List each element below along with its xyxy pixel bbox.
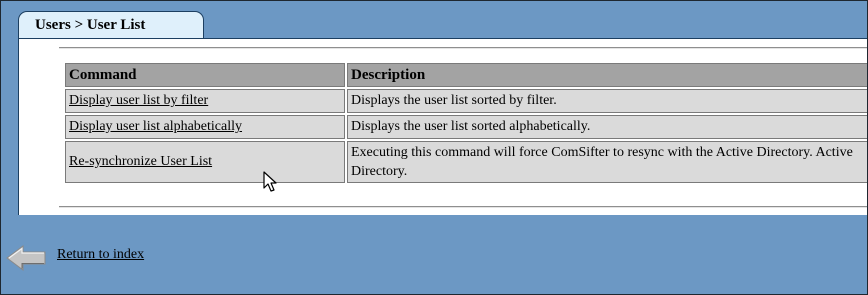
description-cell: Displays the user list sorted by filter. [347, 89, 867, 113]
mouse-pointer-icon [263, 171, 277, 192]
command-table: Command Description Display user list by… [63, 61, 867, 185]
column-header-description: Description [347, 63, 867, 87]
top-divider [59, 47, 867, 49]
table-row: Display user list by filter Displays the… [65, 89, 867, 113]
command-cell: Display user list by filter [65, 89, 345, 113]
breadcrumb-tab: Users > User List [18, 11, 204, 39]
content-panel: Command Description Display user list by… [18, 38, 867, 215]
display-alphabetically-link[interactable]: Display user list alphabetically [69, 119, 242, 134]
resynchronize-link[interactable]: Re-synchronize User List [69, 154, 212, 169]
table-header-row: Command Description [65, 63, 867, 87]
table-row: Display user list alphabetically Display… [65, 115, 867, 139]
command-cell: Re-synchronize User List [65, 141, 345, 183]
page-frame: Users > User List Command Description Di… [0, 0, 868, 295]
bottom-divider [59, 206, 867, 208]
column-header-command: Command [65, 63, 345, 87]
command-cell: Display user list alphabetically [65, 115, 345, 139]
display-by-filter-link[interactable]: Display user list by filter [69, 93, 208, 108]
description-cell: Displays the user list sorted alphabetic… [347, 115, 867, 139]
back-arrow-icon[interactable] [5, 244, 47, 272]
description-cell: Executing this command will force ComSif… [347, 141, 867, 183]
breadcrumb: Users > User List [35, 17, 146, 33]
return-to-index-link[interactable]: Return to index [57, 247, 144, 263]
table-row: Re-synchronize User List Executing this … [65, 141, 867, 183]
